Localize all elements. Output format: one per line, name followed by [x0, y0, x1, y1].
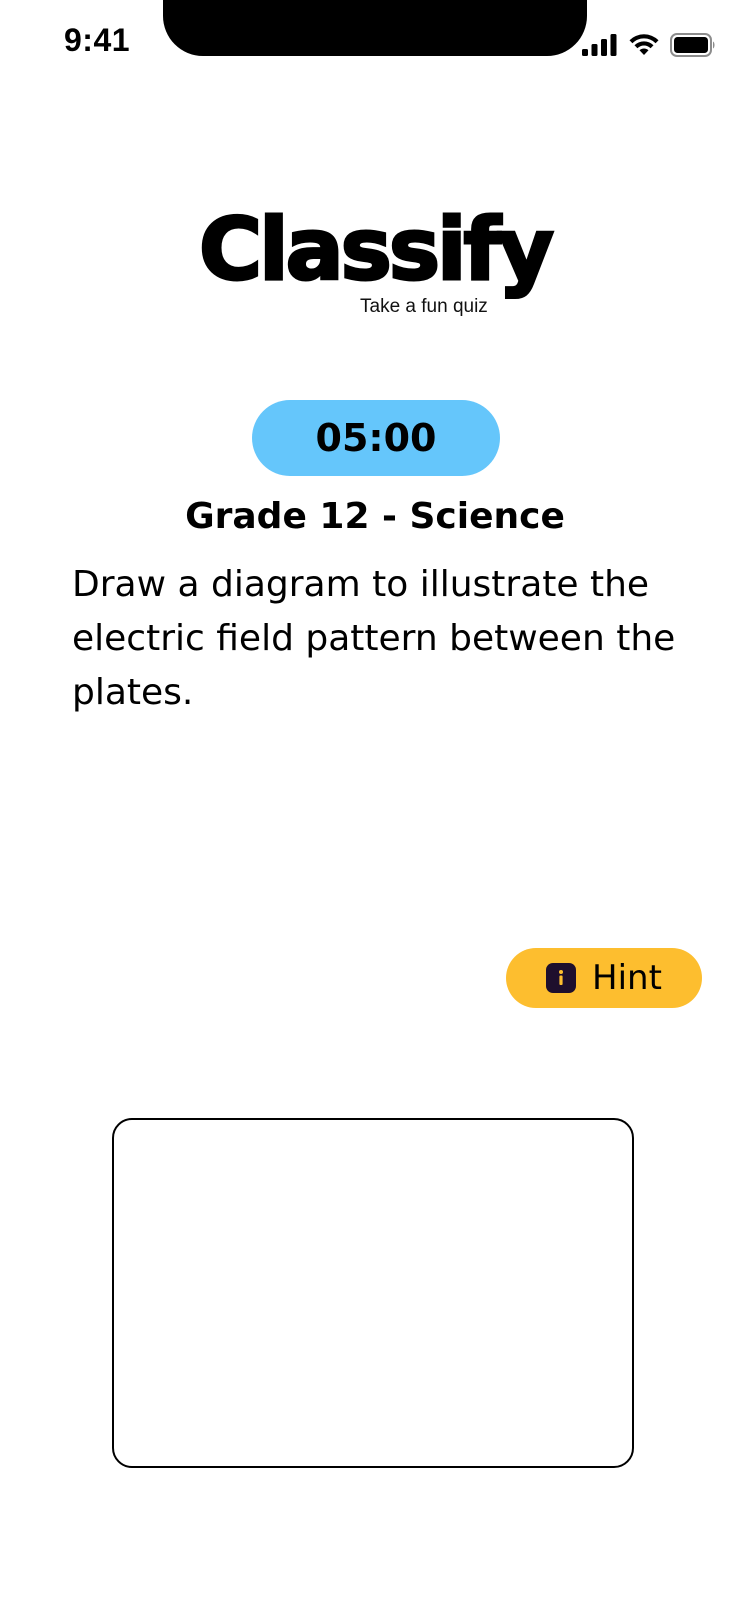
- status-time: 9:41: [64, 22, 131, 58]
- status-bar: 9:41: [0, 0, 750, 90]
- question-text: Draw a diagram to illustrate the electri…: [72, 564, 676, 713]
- app-logo-tagline: Take a fun quiz: [360, 296, 488, 317]
- app-logo: Classify Take a fun quiz: [0, 199, 750, 330]
- app-logo-title: Classify: [198, 199, 556, 302]
- info-icon: [546, 963, 577, 993]
- wifi-icon: [628, 33, 660, 57]
- device-notch: [163, 0, 587, 56]
- hint-button-label: Hint: [592, 958, 662, 998]
- hint-button[interactable]: Hint: [506, 948, 702, 1008]
- battery-icon: [670, 33, 716, 57]
- drawing-canvas[interactable]: [112, 1118, 634, 1468]
- status-icons: [582, 33, 716, 57]
- quiz-subject-heading: Grade 12 - Science: [185, 496, 565, 537]
- cellular-signal-icon: [582, 34, 618, 56]
- quiz-timer: 05:00: [252, 400, 500, 476]
